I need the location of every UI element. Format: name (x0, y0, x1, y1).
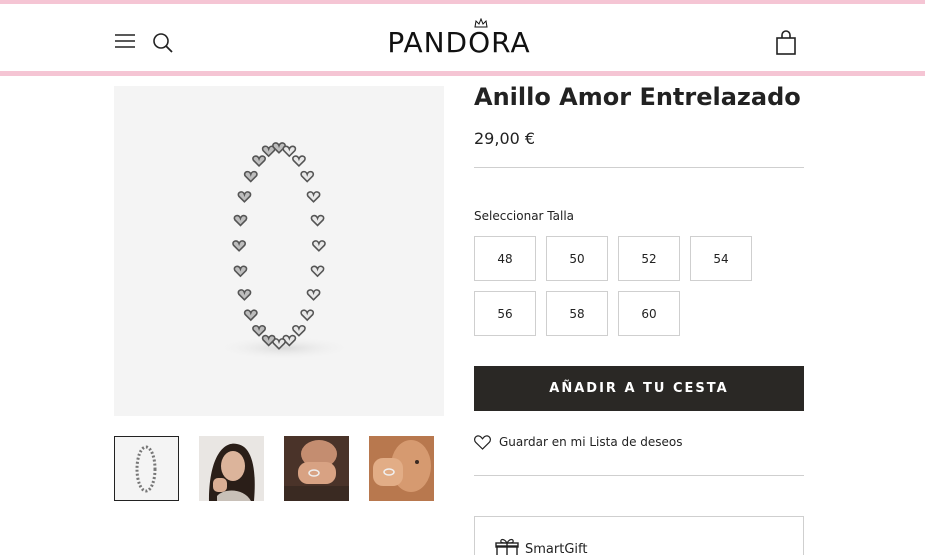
size-option[interactable]: 54 (690, 236, 752, 281)
smartgift-label: SmartGift (525, 542, 588, 555)
ring-heart-shape (306, 289, 321, 301)
thumbnail-hand-face[interactable] (369, 436, 434, 501)
divider (474, 167, 804, 168)
brand-logo[interactable]: PANDORA (376, 18, 542, 62)
ring-heart-shape (237, 191, 252, 203)
size-option[interactable]: 56 (474, 291, 536, 336)
ring-heart-shape (233, 265, 248, 278)
ring-heart-shape (237, 289, 252, 301)
product-price: 29,00 € (474, 129, 536, 148)
search-icon[interactable] (151, 31, 175, 55)
add-to-cart-button[interactable]: AÑADIR A TU CESTA (474, 366, 804, 411)
ring-heart-shape (300, 309, 315, 322)
heart-icon (474, 434, 491, 450)
size-selector-label: Seleccionar Talla (474, 209, 575, 223)
thumbnail-hand-ring[interactable] (284, 436, 349, 501)
wishlist-button[interactable]: Guardar en mi Lista de deseos (474, 432, 683, 452)
site-header: PANDORA (0, 4, 925, 71)
ring-heart-shape (252, 155, 266, 168)
ring-heart-shape (300, 170, 315, 183)
ring-heart-shape (306, 191, 321, 203)
ring-heart-shape (282, 145, 297, 158)
menu-icon[interactable] (114, 32, 136, 50)
ring-heart-shape (243, 309, 258, 322)
header-accent-bar (0, 71, 925, 76)
brand-name: PANDORA (387, 26, 531, 59)
ring-heart-shape (311, 240, 326, 252)
ring-heart-shape (233, 214, 248, 227)
size-option[interactable]: 58 (546, 291, 608, 336)
ring-heart-shape (292, 155, 306, 168)
gift-icon (495, 538, 519, 555)
ring-heart-shape (232, 240, 247, 252)
thumbnail-ring[interactable] (114, 436, 179, 501)
ring-heart-shape (252, 325, 266, 337)
wishlist-label: Guardar en mi Lista de deseos (499, 435, 683, 449)
ring-heart-shape (310, 214, 325, 227)
ring-heart-shape (292, 325, 306, 337)
size-option[interactable]: 52 (618, 236, 680, 281)
product-main-image[interactable] (114, 86, 444, 416)
ring-heart-shape (310, 265, 325, 278)
size-option[interactable]: 50 (546, 236, 608, 281)
size-option[interactable]: 48 (474, 236, 536, 281)
thumbnail-model-face[interactable] (199, 436, 264, 501)
product-title: Anillo Amor Entrelazado (474, 83, 801, 111)
smartgift-box[interactable]: SmartGift (474, 516, 804, 555)
size-option[interactable]: 60 (618, 291, 680, 336)
shopping-bag-icon[interactable] (774, 30, 798, 56)
divider (474, 475, 804, 476)
ring-heart-shape (243, 170, 258, 183)
